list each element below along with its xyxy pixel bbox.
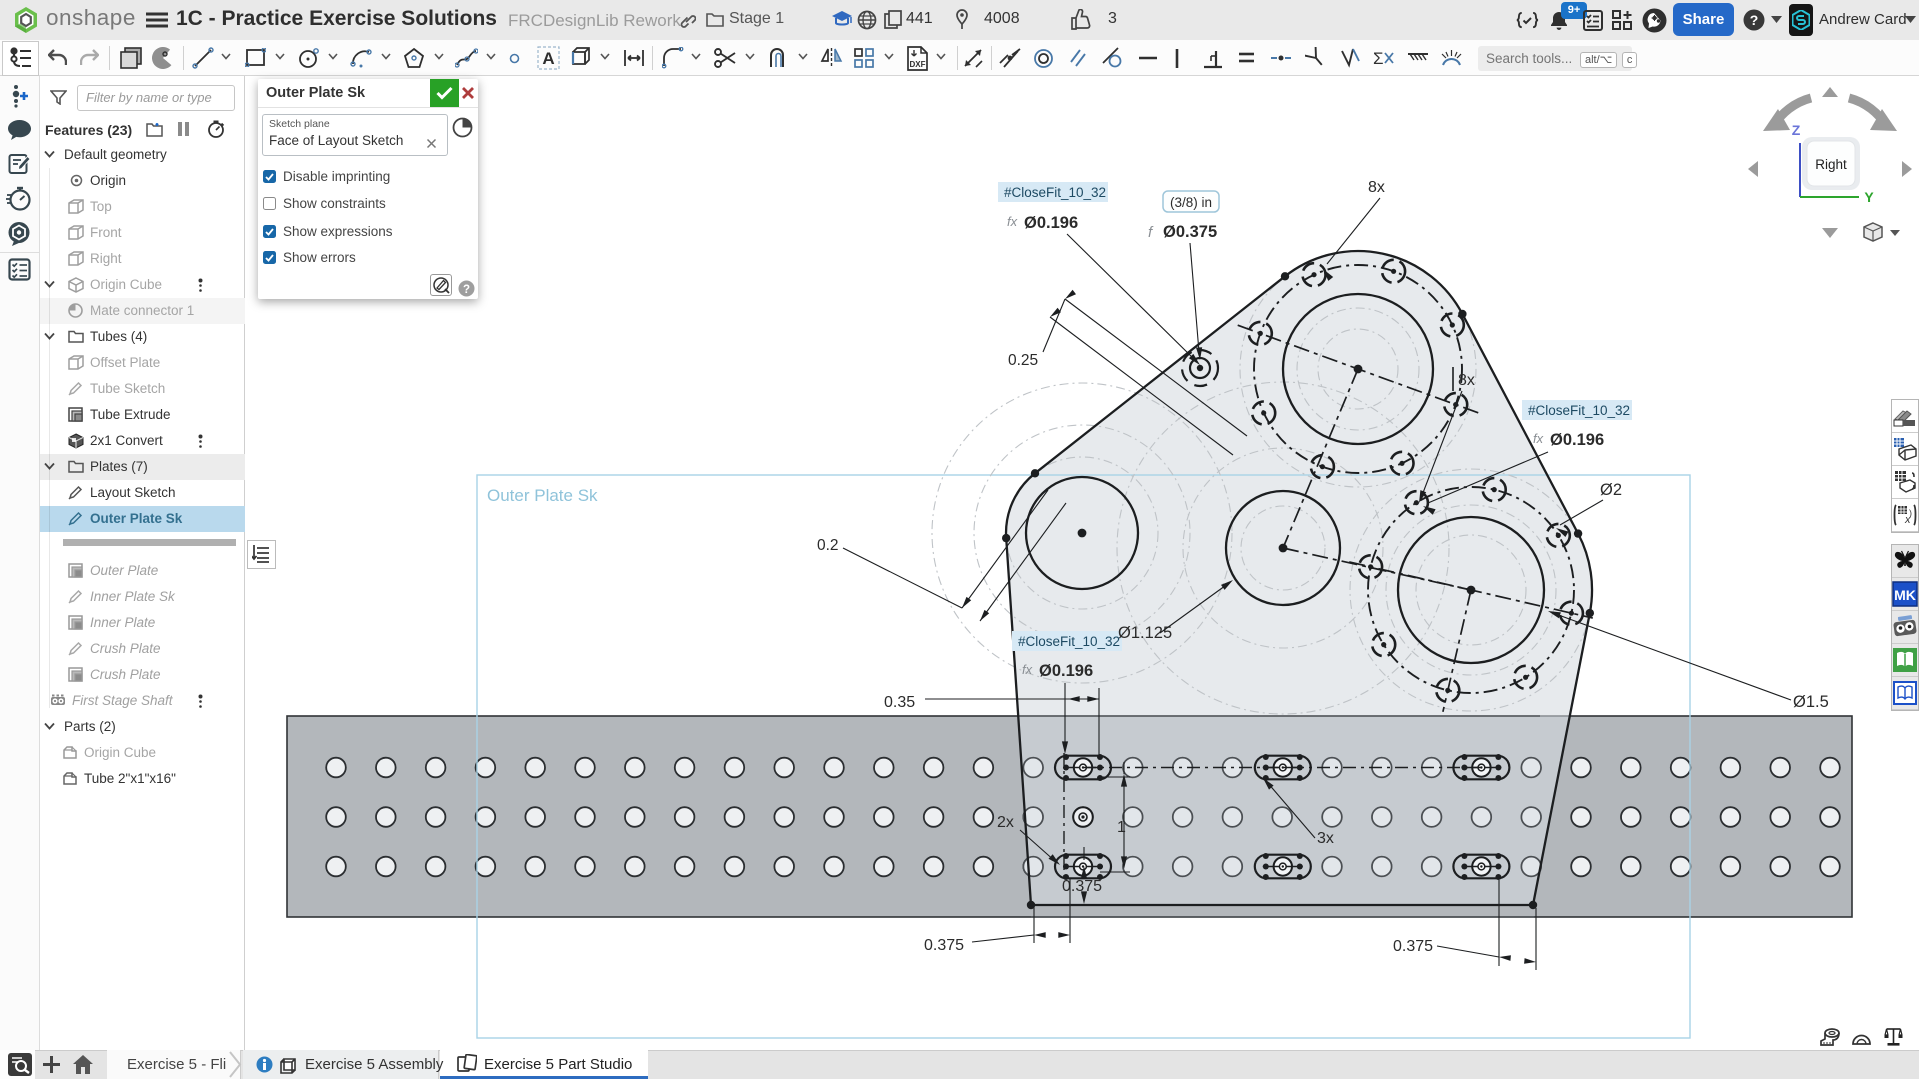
- svg-text:0.2: 0.2: [817, 537, 839, 554]
- svg-text:#CloseFit_10_32: #CloseFit_10_32: [1004, 185, 1106, 200]
- svg-text:Z: Z: [1792, 122, 1801, 138]
- svg-text:): ): [1909, 508, 1912, 518]
- svg-text:DXF: DXF: [910, 60, 926, 69]
- svg-text:8x: 8x: [1368, 179, 1385, 196]
- svg-text:Ø0.196: Ø0.196: [1550, 431, 1604, 449]
- svg-text:#CloseFit_10_32: #CloseFit_10_32: [1528, 403, 1630, 418]
- svg-text:0.375: 0.375: [1393, 938, 1433, 955]
- svg-text:Right: Right: [1815, 157, 1847, 172]
- svg-text:0.35: 0.35: [884, 694, 915, 711]
- svg-text:A: A: [542, 49, 554, 68]
- svg-text:Σ: Σ: [1373, 49, 1384, 68]
- svg-text:3x: 3x: [1317, 830, 1334, 847]
- svg-text:f: f: [1148, 224, 1154, 241]
- svg-text:Ø2: Ø2: [1600, 481, 1622, 499]
- svg-text:0.25: 0.25: [1008, 352, 1038, 369]
- svg-text:MK: MK: [1894, 587, 1916, 603]
- svg-text:Ø1.125: Ø1.125: [1118, 624, 1172, 642]
- svg-text:fx: fx: [1533, 431, 1544, 446]
- svg-text:?: ?: [1750, 12, 1759, 28]
- svg-text:?: ?: [463, 284, 470, 296]
- svg-text:fx: fx: [1022, 662, 1033, 677]
- svg-text:Outer Plate Sk: Outer Plate Sk: [487, 486, 598, 505]
- svg-text:8x: 8x: [1458, 372, 1475, 389]
- svg-text:Ø0.375: Ø0.375: [1163, 223, 1217, 241]
- svg-text:Ø0.196: Ø0.196: [1039, 662, 1093, 680]
- svg-text:Y: Y: [1864, 189, 1874, 205]
- svg-text:#CloseFit_10_32: #CloseFit_10_32: [1018, 634, 1120, 649]
- svg-text:2x: 2x: [997, 814, 1014, 831]
- svg-text:0.375: 0.375: [924, 937, 964, 954]
- svg-text:Ø0.196: Ø0.196: [1024, 214, 1078, 232]
- svg-text:fx: fx: [1007, 214, 1018, 229]
- svg-text:Ø1.5: Ø1.5: [1793, 693, 1829, 711]
- svg-text:1: 1: [1117, 819, 1126, 836]
- svg-text:(3/8) in: (3/8) in: [1170, 195, 1212, 210]
